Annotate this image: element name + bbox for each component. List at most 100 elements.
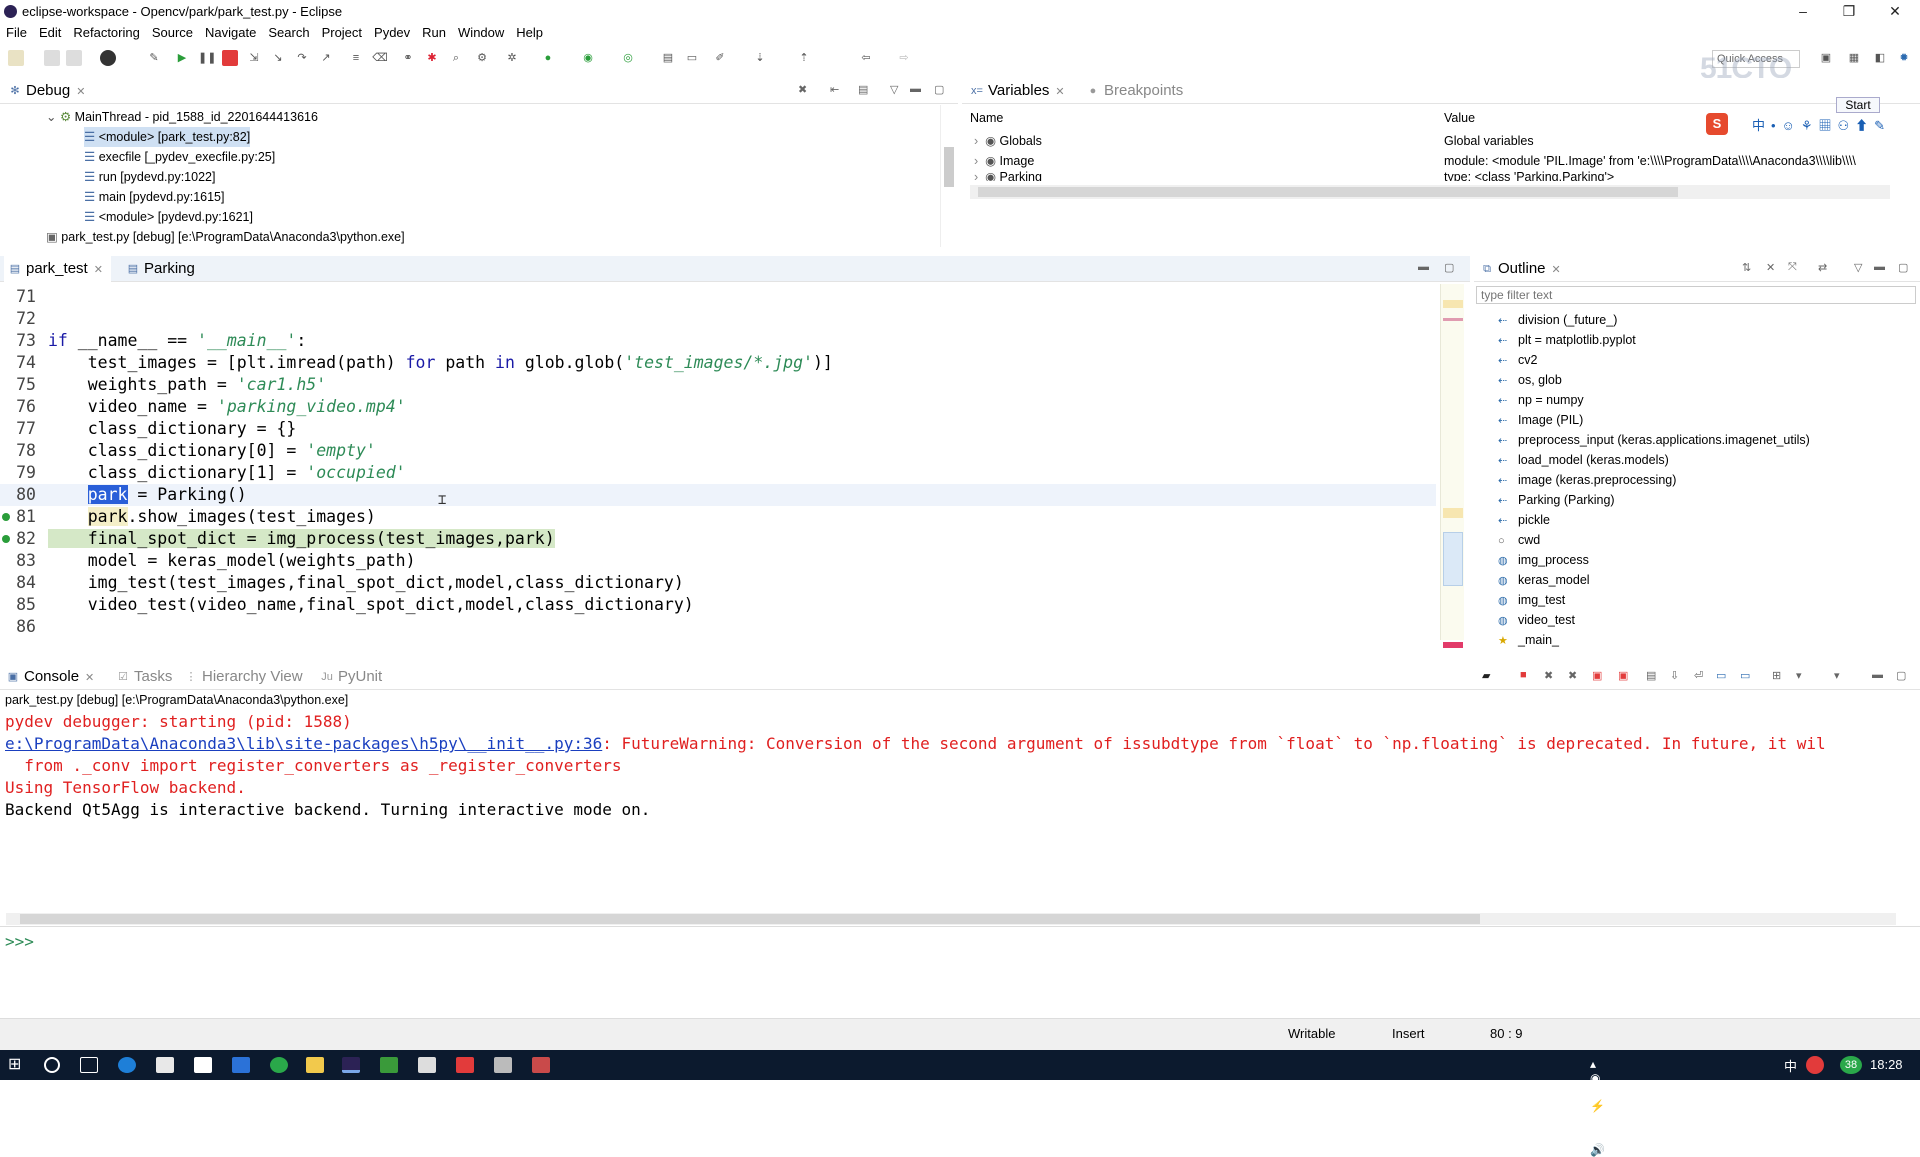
ime-indicator[interactable]: 中 — [1784, 1056, 1797, 1075]
terminate-all-icon[interactable]: ▣ — [1592, 669, 1602, 682]
open-console-icon[interactable]: ▾ — [1834, 669, 1840, 682]
column-value[interactable]: Value — [1444, 111, 1475, 125]
console-output[interactable]: park_test.py [debug] [e:\ProgramData\Ana… — [0, 691, 1920, 925]
back-icon[interactable]: ⇦ — [858, 50, 874, 66]
eclipse-taskbar-icon[interactable] — [342, 1057, 360, 1073]
java-perspective-icon[interactable]: ◧ — [1872, 50, 1888, 66]
settings-icon[interactable]: ✲ — [504, 50, 520, 66]
disconnect-icon[interactable]: ⇲ — [246, 50, 262, 66]
outline-item[interactable]: ⇠ Image (PIL) — [1498, 410, 1583, 430]
menu-project[interactable]: Project — [316, 24, 368, 42]
pin-console-icon[interactable]: ⊞ — [1772, 669, 1781, 682]
display-console-icon[interactable]: ▾ — [1796, 669, 1802, 682]
menu-help[interactable]: Help — [510, 24, 549, 42]
breakpoint-marker-icon[interactable] — [2, 535, 10, 543]
outline-item[interactable]: ◍ keras_model — [1498, 570, 1590, 590]
remove-all-icon[interactable]: ✖ — [1568, 669, 1577, 682]
variables-hscrollbar[interactable] — [970, 185, 1890, 199]
menu-pydev[interactable]: Pydev — [368, 24, 416, 42]
coverage-icon[interactable]: ◉ — [580, 50, 596, 66]
variable-row[interactable]: › ◉ Image — [974, 151, 1034, 171]
vscode-icon[interactable] — [232, 1057, 250, 1073]
tree-process[interactable]: ▣ park_test.py [debug] [e:\ProgramData\A… — [46, 227, 405, 247]
outline-item[interactable]: ★ _main_ — [1498, 630, 1559, 650]
step-into-icon[interactable]: ↘ — [270, 50, 286, 66]
cortana-icon[interactable] — [44, 1057, 60, 1073]
ime-start-button[interactable]: Start — [1836, 97, 1880, 113]
debug-perspective-icon[interactable] — [100, 50, 116, 66]
search-icon[interactable]: ⌕ — [448, 50, 464, 66]
close-icon[interactable]: ✕ — [85, 665, 94, 691]
minimize-panel-icon[interactable]: ▬ — [1872, 669, 1883, 681]
menu-navigate[interactable]: Navigate — [199, 24, 262, 42]
code-line[interactable]: 73 if __name__ == '__main__': — [0, 330, 1436, 352]
skip-breakpoints-icon[interactable]: ✎ — [146, 50, 162, 66]
pycharm-icon[interactable] — [380, 1057, 398, 1073]
tab-pyunit[interactable]: Ju PyUnit — [316, 664, 382, 690]
tree-thread[interactable]: ⌄ ⚙ MainThread - pid_1588_id_22016444136… — [46, 107, 318, 127]
show-on-error-icon[interactable]: ▭ — [1740, 669, 1750, 682]
file-explorer-icon[interactable] — [306, 1057, 324, 1073]
notification-badge[interactable]: 38 — [1840, 1056, 1862, 1074]
recorder-icon[interactable] — [456, 1057, 474, 1073]
chrome-icon[interactable] — [270, 1057, 288, 1073]
tray-icons[interactable]: ▴ ◉ ☁ ⚡ ⛨ ◍ 🔊 — [1590, 1057, 1608, 1157]
menu-run[interactable]: Run — [416, 24, 452, 42]
code-line[interactable]: 74 test_images = [plt.imread(path) for p… — [0, 352, 1436, 374]
step-return-icon[interactable]: ↗ — [318, 50, 334, 66]
clear-icon[interactable]: ⌫ — [372, 50, 388, 66]
code-line[interactable]: 81 park.show_images(test_images) — [0, 506, 1436, 528]
code-line[interactable]: 79 class_dictionary[1] = 'occupied' — [0, 462, 1436, 484]
scroll-lock-icon[interactable]: ⇩ — [1670, 669, 1679, 682]
outline-item[interactable]: ⇠ os, glob — [1498, 370, 1562, 390]
save-icon[interactable] — [44, 50, 60, 66]
task-view-icon[interactable] — [80, 1057, 98, 1073]
column-name[interactable]: Name — [970, 111, 1003, 125]
edit-icon[interactable]: ✐ — [712, 50, 728, 66]
tab-console[interactable]: ▣ Console ✕ — [2, 664, 94, 690]
maximize-panel-icon[interactable]: ▢ — [934, 83, 944, 96]
maximize-panel-icon[interactable]: ▢ — [1898, 261, 1908, 274]
traceback-link[interactable]: e:\ProgramData\Anaconda3\lib\site-packag… — [5, 734, 602, 753]
breakpoint-icon[interactable]: ✱ — [424, 50, 440, 66]
code-editor[interactable]: 71 72 73 if __name__ == '__main__': 74 test_… — [0, 284, 1466, 640]
code-line[interactable]: 77 class_dictionary = {} — [0, 418, 1436, 440]
code-line[interactable]: 82 final_spot_dict = img_process(test_im… — [0, 528, 1436, 550]
menu-search[interactable]: Search — [262, 24, 315, 42]
code-line[interactable]: 84 img_test(test_images,final_spot_dict,… — [0, 572, 1436, 594]
remove-launch-icon[interactable]: ✖ — [1544, 669, 1553, 682]
store-icon[interactable] — [156, 1057, 174, 1073]
outline-filter-input[interactable] — [1476, 286, 1916, 304]
tab-breakpoints[interactable]: ● Breakpoints — [1082, 78, 1184, 104]
photos-icon[interactable] — [494, 1057, 512, 1073]
menu-edit[interactable]: Edit — [33, 24, 67, 42]
console-input-area[interactable]: >>> — [0, 926, 1920, 1006]
menu-refactoring[interactable]: Refactoring — [67, 24, 145, 42]
debug-perspective-tab-icon[interactable]: ✹ — [1896, 50, 1912, 66]
app-icon[interactable] — [532, 1057, 550, 1073]
code-line[interactable]: 75 weights_path = 'car1.h5' — [0, 374, 1436, 396]
close-icon[interactable]: ✕ — [1055, 79, 1064, 105]
code-line[interactable]: 85 video_test(video_name,final_spot_dict… — [0, 594, 1436, 616]
outline-item[interactable]: ⇠ load_model (keras.models) — [1498, 450, 1669, 470]
collapse-icon[interactable]: ⇤ — [830, 83, 839, 96]
link-editor-icon[interactable]: ⇄ — [1818, 261, 1827, 274]
code-line[interactable]: 76 video_name = 'parking_video.mp4' — [0, 396, 1436, 418]
chevron-down-icon[interactable]: ▽ — [890, 83, 898, 96]
windows-start-icon[interactable]: ⊞ — [8, 1057, 26, 1073]
overview-ruler[interactable] — [1440, 284, 1464, 648]
terminate-icon[interactable] — [222, 50, 238, 66]
close-icon[interactable]: ✕ — [1552, 257, 1561, 283]
maximize-button[interactable]: ❐ — [1826, 0, 1872, 24]
tab-debug[interactable]: ✻ Debug ✕ — [4, 78, 85, 104]
clear-console-icon[interactable]: ▤ — [1646, 669, 1656, 682]
variable-row[interactable]: › ◉ Globals — [974, 131, 1042, 151]
open-folder-icon[interactable]: ▭ — [684, 50, 700, 66]
breakpoint-marker-icon[interactable] — [2, 513, 10, 521]
chevron-down-icon[interactable]: ▽ — [1854, 261, 1862, 274]
last-edit-icon[interactable]: ⇡ — [796, 50, 812, 66]
step-over-icon[interactable]: ↷ — [294, 50, 310, 66]
minimize-panel-icon[interactable]: ▬ — [1418, 261, 1429, 273]
maximize-panel-icon[interactable]: ▢ — [1444, 261, 1454, 274]
minimize-panel-icon[interactable]: ▬ — [910, 83, 921, 95]
